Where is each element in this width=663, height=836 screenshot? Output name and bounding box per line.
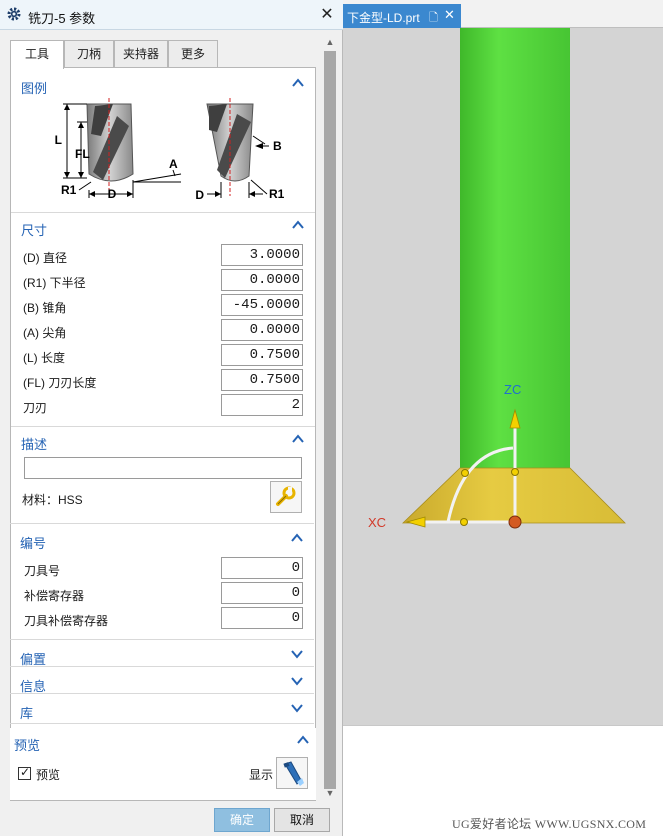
section-divider <box>10 723 314 724</box>
flat-endmill-shape <box>86 98 134 196</box>
section-divider <box>10 693 314 694</box>
dialog-titlebar: 铣刀-5 参数 ✕ <box>0 0 343 30</box>
section-numbering-header[interactable]: 编号 <box>10 527 314 553</box>
adjust-register-label: 补偿寄存器 <box>24 589 85 603</box>
cancel-button[interactable]: 取消 <box>274 808 330 832</box>
material-button[interactable] <box>270 481 302 513</box>
graphics-viewport[interactable]: ZC XC <box>343 28 663 725</box>
preview-checkbox-label: 预览 <box>36 768 61 782</box>
document-tab-close-button[interactable]: ✕ <box>444 7 455 23</box>
arc-handle[interactable] <box>461 469 469 477</box>
tool-shank-body <box>460 28 570 468</box>
wrench-icon <box>276 486 296 506</box>
flute-length-label: (FL) 刀刃长度 <box>23 376 97 390</box>
show-label: 显示 <box>249 768 274 782</box>
document-tab[interactable]: 下金型-LD.prt 🗋 ✕ <box>343 4 461 28</box>
legend-label-r1b: R1 <box>269 187 285 201</box>
chevron-up-icon <box>292 434 304 443</box>
ok-button[interactable]: 确定 <box>214 808 270 832</box>
tab-holder[interactable]: 夹持器 <box>114 40 168 68</box>
legend-label-fl: FL <box>75 147 90 161</box>
length-label: (L) 长度 <box>23 351 66 365</box>
document-tab-label: 下金型-LD.prt <box>347 11 420 25</box>
tool-number-input[interactable]: 0 <box>221 557 303 579</box>
show-button[interactable] <box>276 757 308 789</box>
chevron-up-icon <box>297 735 309 744</box>
scroll-thumb[interactable] <box>324 51 336 789</box>
tip-angle-label: (A) 尖角 <box>23 326 67 340</box>
section-library-title: 库 <box>20 706 34 721</box>
tool-number-label: 刀具号 <box>24 564 61 578</box>
tab-tool[interactable]: 工具 <box>10 40 64 69</box>
section-divider <box>10 523 314 524</box>
section-divider <box>11 426 315 427</box>
section-legend-header[interactable]: 图例 <box>11 72 315 98</box>
chevron-up-icon <box>291 533 303 542</box>
tool-legend-diagram: L FL D R1 A B D R1 <box>55 98 285 202</box>
section-numbering-title: 编号 <box>20 536 47 551</box>
section-description-title: 描述 <box>21 437 48 452</box>
dialog-title: 铣刀-5 参数 <box>28 11 96 26</box>
diameter-label: (D) 直径 <box>23 251 67 265</box>
gear-icon <box>7 7 21 21</box>
legend-label-d2: D <box>195 188 204 202</box>
description-input[interactable] <box>24 457 302 479</box>
dialog-scrollbar[interactable]: ▲ ▼ <box>322 34 338 801</box>
section-dimensions-title: 尺寸 <box>21 223 48 238</box>
document-tab-bar: 下金型-LD.prt 🗋 ✕ <box>343 0 663 28</box>
origin-handle[interactable] <box>508 515 522 529</box>
flutes-input[interactable]: 2 <box>221 394 303 416</box>
lower-radius-label: (R1) 下半径 <box>23 276 86 290</box>
xc-axis-label: XC <box>368 515 386 530</box>
tip-angle-input[interactable]: 0.0000 <box>221 319 303 341</box>
dialog-close-button[interactable]: ✕ <box>318 6 336 24</box>
document-icon: 🗋 <box>429 12 438 24</box>
chevron-down-icon <box>291 704 303 713</box>
scroll-up-button[interactable]: ▲ <box>322 34 338 50</box>
chevron-down-icon <box>291 650 303 659</box>
forum-watermark: UG爱好者论坛 WWW.UGSNX.COM <box>452 817 647 831</box>
legend-label-r1a: R1 <box>61 183 77 197</box>
legend-label-l: L <box>55 133 62 147</box>
tab-holder-shank[interactable]: 刀柄 <box>64 40 114 68</box>
z-axis-handle[interactable] <box>511 468 519 476</box>
zc-axis-label: ZC <box>504 382 521 397</box>
section-library-header[interactable]: 库 <box>10 697 314 723</box>
section-preview-header[interactable]: 预览 <box>4 729 309 755</box>
checkmark-icon: ✓ <box>20 765 31 779</box>
length-input[interactable]: 0.7500 <box>221 344 303 366</box>
section-preview-title: 预览 <box>14 738 41 753</box>
diameter-input[interactable]: 3.0000 <box>221 244 303 266</box>
lower-radius-input[interactable]: 0.0000 <box>221 269 303 291</box>
section-divider <box>10 666 314 667</box>
section-divider <box>10 639 314 640</box>
taper-angle-input[interactable]: -45.0000 <box>221 294 303 316</box>
section-legend-title: 图例 <box>21 81 48 96</box>
tool-parameters-dialog: 铣刀-5 参数 ✕ 工具 刀柄 夹持器 更多 图例 L FL D R1 A B … <box>0 0 343 836</box>
legend-label-d1: D <box>108 187 117 201</box>
preview-checkbox[interactable]: ✓ <box>18 765 31 780</box>
taper-angle-label: (B) 锥角 <box>23 301 67 315</box>
flutes-label: 刀刃 <box>23 401 48 415</box>
cutcom-register-label: 刀具补偿寄存器 <box>24 614 109 628</box>
chevron-down-icon <box>291 677 303 686</box>
legend-label-b: B <box>273 139 282 153</box>
flashlight-icon <box>283 761 304 786</box>
chevron-up-icon <box>292 78 304 87</box>
adjust-register-input[interactable]: 0 <box>221 582 303 604</box>
legend-label-a: A <box>169 157 178 171</box>
section-description-header[interactable]: 描述 <box>11 428 315 454</box>
material-label: 材料：HSS <box>22 493 83 507</box>
scroll-down-button[interactable]: ▼ <box>322 785 338 801</box>
tapered-endmill-shape <box>206 98 254 196</box>
section-divider <box>11 212 315 213</box>
cutcom-register-input[interactable]: 0 <box>221 607 303 629</box>
x-axis-handle[interactable] <box>460 518 468 526</box>
chevron-up-icon <box>292 220 304 229</box>
tab-more[interactable]: 更多 <box>168 40 218 68</box>
flute-length-input[interactable]: 0.7500 <box>221 369 303 391</box>
section-dimensions-header[interactable]: 尺寸 <box>11 214 315 240</box>
